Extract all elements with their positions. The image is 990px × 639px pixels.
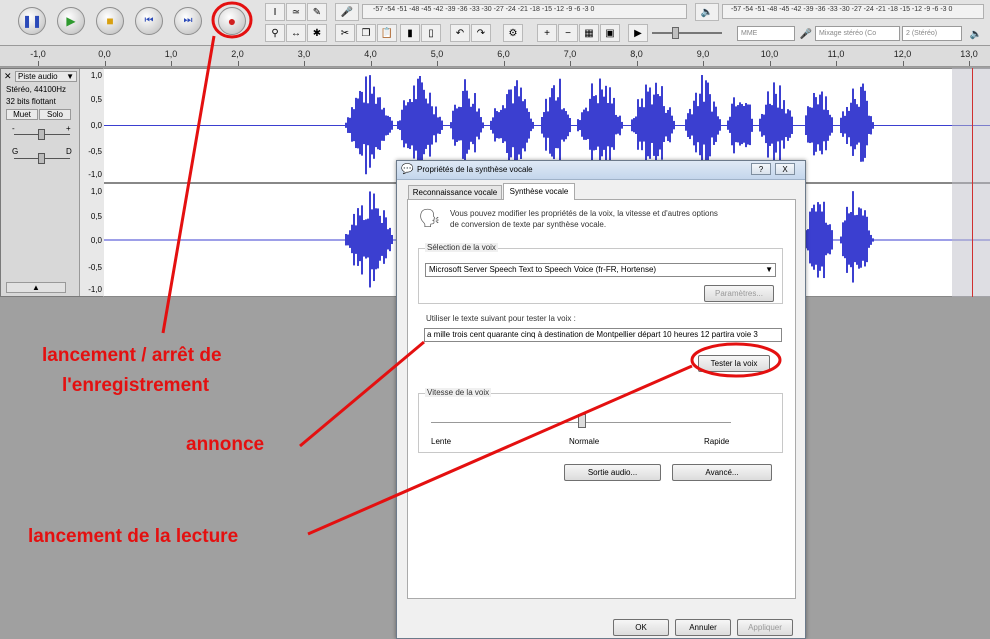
record-highlight-circle (211, 1, 253, 39)
record-annotation-line1: lancement / arrêt de (42, 345, 222, 366)
tab-synthesis[interactable]: Synthèse vocale (503, 183, 575, 200)
record-pointer-line (161, 35, 216, 334)
record-annotation-line2: l'enregistrement (62, 375, 210, 396)
announce-annotation: annonce (186, 434, 265, 455)
test-voice-highlight-ellipse (690, 342, 782, 378)
playback-annotation: lancement de la lecture (28, 526, 239, 547)
announce-pointer-line (299, 340, 425, 448)
